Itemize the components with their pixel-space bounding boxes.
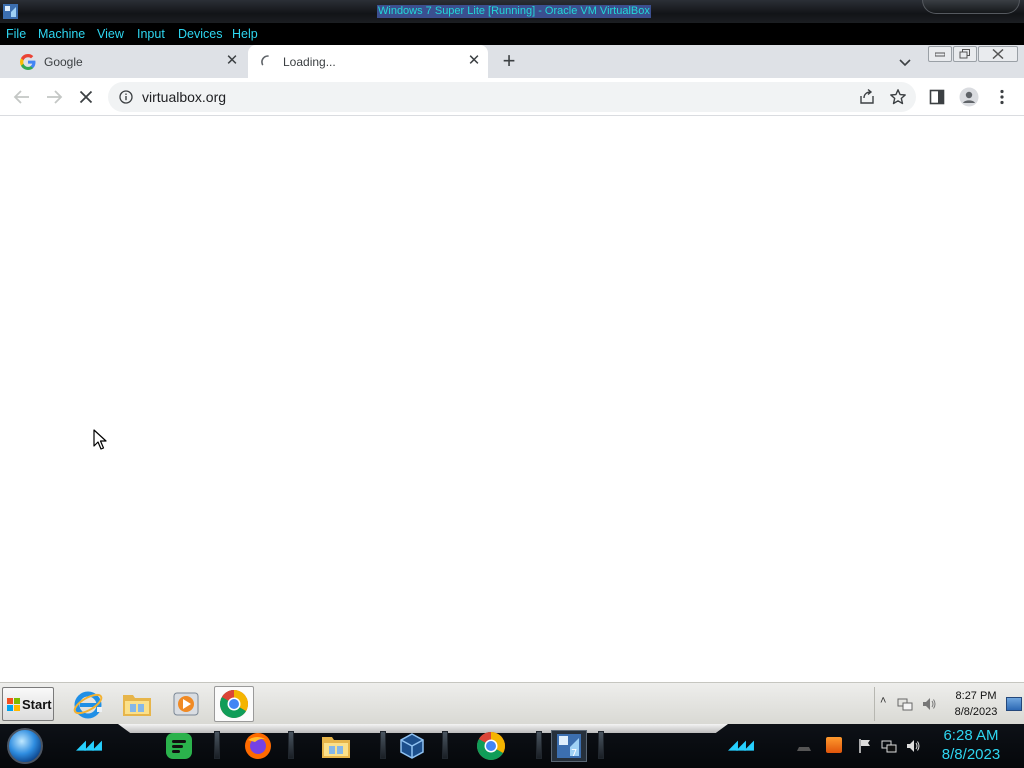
show-desktop-button[interactable] bbox=[1006, 697, 1022, 711]
host-app-firefox[interactable] bbox=[240, 730, 276, 762]
close-icon[interactable]: ✕ bbox=[224, 53, 240, 69]
forward-arrow-icon bbox=[47, 90, 63, 104]
host-clock-date[interactable]: 8/8/2023 bbox=[936, 746, 1006, 763]
side-panel-icon bbox=[929, 89, 945, 105]
stop-loading-icon bbox=[79, 90, 93, 104]
volume-icon[interactable] bbox=[921, 696, 937, 712]
file-explorer-icon bbox=[322, 737, 350, 758]
chrome-icon bbox=[477, 732, 505, 760]
loading-spinner-icon bbox=[261, 55, 269, 66]
close-icon bbox=[992, 49, 1004, 59]
address-bar[interactable]: virtualbox.org bbox=[108, 82, 916, 112]
minimize-icon bbox=[935, 52, 945, 57]
side-panel-button[interactable] bbox=[926, 86, 948, 108]
windows7-vm-icon: 7 bbox=[557, 734, 581, 759]
title-bar-ornament bbox=[922, 0, 1020, 14]
google-g-icon bbox=[20, 54, 36, 70]
taskbar-separator bbox=[442, 731, 448, 759]
guest-clock-time[interactable]: 8:27 PM bbox=[941, 690, 1011, 702]
close-window-button[interactable] bbox=[978, 46, 1018, 62]
profile-button[interactable] bbox=[958, 86, 980, 108]
network-icon[interactable] bbox=[796, 738, 812, 754]
menu-devices[interactable]: Devices bbox=[178, 27, 222, 41]
forward-button[interactable] bbox=[43, 86, 65, 108]
host-start-orb[interactable] bbox=[7, 728, 43, 764]
menu-help[interactable]: Help bbox=[232, 27, 258, 41]
show-hidden-icons-button[interactable]: ˄ bbox=[880, 695, 886, 707]
windows7-vm-icon[interactable] bbox=[2, 3, 19, 20]
window-title: Windows 7 Super Lite [Running] - Oracle … bbox=[377, 5, 651, 18]
chevron-decoration-icon: ◢◢◢ bbox=[76, 738, 102, 753]
info-icon[interactable] bbox=[119, 90, 133, 104]
network-icon[interactable] bbox=[897, 696, 913, 712]
chrome-icon bbox=[220, 690, 248, 718]
back-arrow-icon bbox=[13, 90, 29, 104]
menu-file[interactable]: File bbox=[6, 27, 26, 41]
taskbar-separator bbox=[214, 731, 220, 759]
virtualbox-title-bar: Windows 7 Super Lite [Running] - Oracle … bbox=[0, 0, 1024, 24]
host-app-chrome[interactable] bbox=[473, 730, 509, 762]
chevron-down-icon[interactable] bbox=[894, 52, 916, 72]
media-player-icon bbox=[173, 692, 199, 716]
host-app-windows7-vm[interactable]: 7 bbox=[551, 730, 587, 762]
star-icon[interactable] bbox=[889, 88, 907, 106]
tab-label: Loading... bbox=[283, 55, 336, 69]
file-explorer-icon bbox=[123, 695, 151, 716]
minimize-button[interactable] bbox=[928, 46, 952, 62]
tab-label: Google bbox=[44, 55, 83, 69]
pinned-file-explorer[interactable] bbox=[117, 686, 157, 722]
orange-app-tray-icon[interactable] bbox=[826, 737, 842, 753]
close-icon[interactable]: ✕ bbox=[466, 53, 482, 69]
guest-taskbar: Start ˄ 8:27 PM 8/8/2023 bbox=[0, 682, 1024, 724]
internet-explorer-icon bbox=[73, 691, 103, 719]
flag-icon[interactable] bbox=[857, 738, 873, 754]
browser-tab-strip: Google ✕ Loading... ✕ + bbox=[0, 45, 1024, 78]
host-app-file-explorer[interactable] bbox=[318, 730, 354, 762]
menu-machine[interactable]: Machine bbox=[38, 27, 85, 41]
taskbar-separator bbox=[288, 731, 294, 759]
mouse-cursor-icon bbox=[93, 429, 107, 450]
host-app-feedly[interactable] bbox=[161, 730, 197, 762]
guest-system-tray: ˄ 8:27 PM 8/8/2023 bbox=[874, 687, 1024, 721]
pinned-chrome[interactable] bbox=[214, 686, 254, 722]
pinned-internet-explorer[interactable] bbox=[68, 686, 108, 722]
browser-toolbar: virtualbox.org bbox=[0, 78, 1024, 116]
stop-button[interactable] bbox=[75, 86, 97, 108]
menu-view[interactable]: View bbox=[97, 27, 124, 41]
taskbar-separator bbox=[536, 731, 542, 759]
host-clock-time[interactable]: 6:28 AM bbox=[936, 727, 1006, 744]
host-taskbar: ◢◢◢ ◢◢◢ 7 6:28 AM 8/8/2023 bbox=[0, 724, 1024, 768]
profile-icon bbox=[959, 87, 979, 107]
url-text[interactable]: virtualbox.org bbox=[142, 89, 226, 105]
taskbar-separator bbox=[598, 731, 604, 759]
feedly-icon bbox=[166, 733, 192, 759]
kebab-menu-icon bbox=[1000, 89, 1004, 105]
menu-input[interactable]: Input bbox=[137, 27, 165, 41]
virtualbox-icon bbox=[400, 733, 424, 759]
volume-icon[interactable] bbox=[905, 738, 921, 754]
network-icon[interactable] bbox=[881, 738, 897, 754]
host-app-virtualbox[interactable] bbox=[394, 730, 430, 762]
page-content[interactable] bbox=[0, 116, 1024, 682]
new-tab-button[interactable]: + bbox=[496, 49, 522, 75]
virtualbox-menu-bar: File Machine View Input Devices Help bbox=[0, 24, 1024, 45]
start-button[interactable]: Start bbox=[2, 687, 54, 721]
restore-button[interactable] bbox=[953, 46, 977, 62]
windows-flag-icon bbox=[7, 698, 20, 711]
menu-button[interactable] bbox=[991, 86, 1013, 108]
firefox-icon bbox=[245, 733, 271, 759]
share-icon[interactable] bbox=[858, 88, 876, 106]
pinned-media-player[interactable] bbox=[166, 686, 206, 722]
svg-text:7: 7 bbox=[571, 748, 577, 759]
restore-icon bbox=[959, 49, 970, 59]
taskbar-separator bbox=[380, 731, 386, 759]
tab-loading[interactable]: Loading... ✕ bbox=[248, 45, 488, 78]
back-button[interactable] bbox=[11, 86, 33, 108]
guest-clock-date[interactable]: 8/8/2023 bbox=[941, 706, 1011, 718]
chevron-decoration-icon: ◢◢◢ bbox=[728, 738, 754, 753]
tab-google[interactable]: Google ✕ bbox=[0, 45, 246, 78]
start-label: Start bbox=[22, 697, 52, 712]
